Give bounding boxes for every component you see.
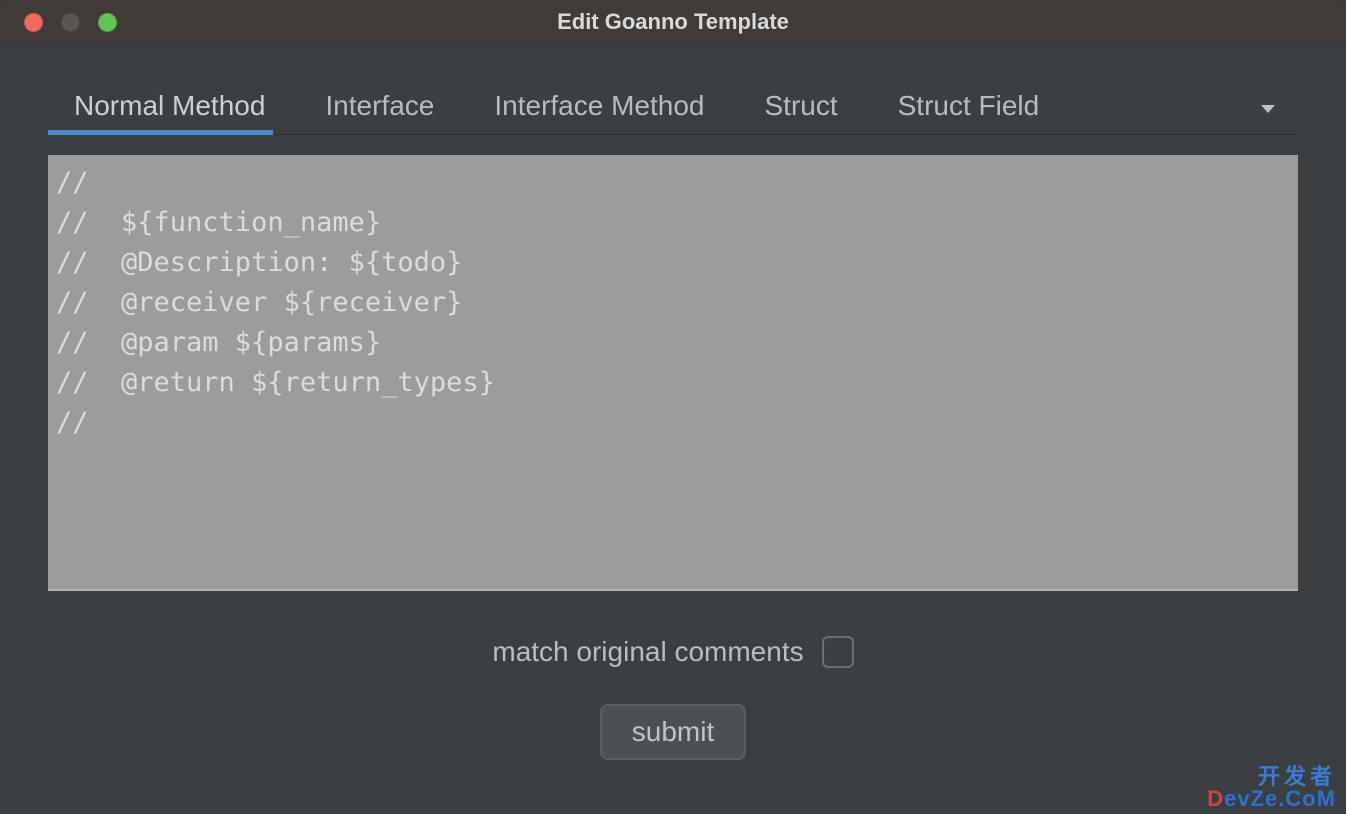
minimize-icon[interactable] — [61, 13, 80, 32]
window-controls — [0, 13, 117, 32]
close-icon[interactable] — [24, 13, 43, 32]
match-original-row: match original comments — [48, 636, 1298, 668]
more-tabs-button[interactable] — [1244, 85, 1292, 133]
match-original-label: match original comments — [492, 636, 803, 668]
tab-interface-method[interactable]: Interface Method — [492, 84, 706, 134]
template-editor-wrap — [48, 155, 1298, 596]
tabs-row: Normal Method Interface Interface Method… — [48, 84, 1298, 135]
dialog-content: Normal Method Interface Interface Method… — [0, 44, 1346, 814]
zoom-icon[interactable] — [98, 13, 117, 32]
tabs: Normal Method Interface Interface Method… — [48, 84, 1244, 134]
tab-struct[interactable]: Struct — [762, 84, 839, 134]
window-title: Edit Goanno Template — [0, 9, 1346, 35]
tab-struct-field[interactable]: Struct Field — [896, 84, 1042, 134]
chevron-down-icon — [1256, 97, 1280, 121]
tab-normal-method[interactable]: Normal Method — [72, 84, 267, 134]
template-editor[interactable] — [48, 155, 1298, 591]
submit-button[interactable]: submit — [600, 704, 746, 760]
dialog-window: Edit Goanno Template Normal Method Inter… — [0, 0, 1346, 814]
titlebar: Edit Goanno Template — [0, 0, 1346, 44]
tab-interface[interactable]: Interface — [323, 84, 436, 134]
match-original-checkbox[interactable] — [822, 636, 854, 668]
submit-row: submit — [48, 704, 1298, 760]
